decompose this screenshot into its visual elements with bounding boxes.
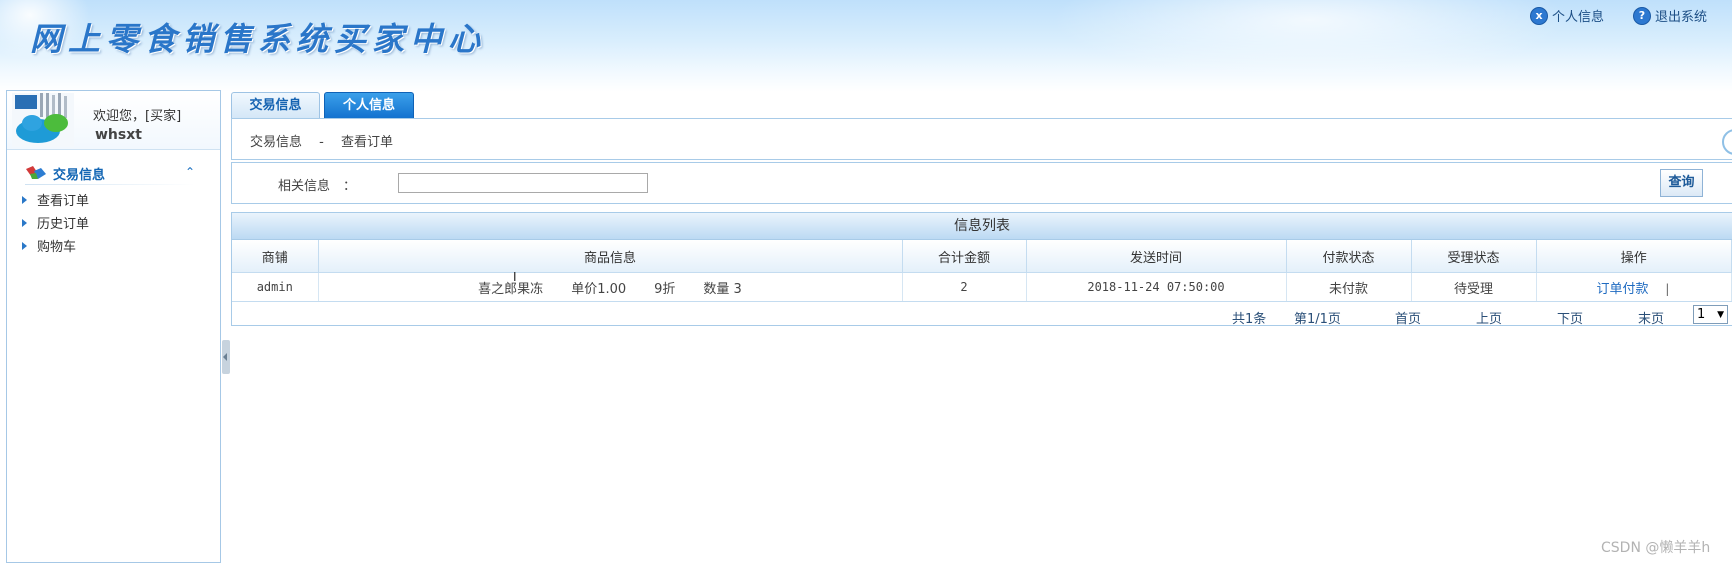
top-banner: 网上零食销售系统买家中心 x 个人信息 ? 退出系统 (0, 0, 1732, 92)
nav-section-trade[interactable]: 交易信息 ⌃ (25, 163, 195, 183)
shop-cell: admin (232, 272, 319, 302)
order-list: 信息列表 商铺 商品信息 合计金额 发送时间 付款状态 受理状态 操作 admi… (231, 212, 1732, 328)
username: whsxt (95, 127, 142, 143)
page-select[interactable]: 1 ▼ (1693, 305, 1728, 324)
sidebar-item-label: 查看订单 (37, 194, 90, 209)
next-page-link[interactable]: 下页 (1557, 308, 1583, 327)
system-title: 网上零食销售系统买家中心 (30, 20, 487, 58)
breadcrumb: 交易信息 - 查看订单 (250, 135, 393, 150)
collapse-icon[interactable]: ⌃ (185, 165, 195, 179)
action-cell: 订单付款 | (1536, 272, 1732, 302)
quantity: 数量 3 (703, 281, 742, 297)
query-button[interactable]: 查询 (1660, 169, 1703, 197)
welcome-text: 欢迎您，[买家] (93, 109, 182, 124)
chevron-down-icon: ▼ (1717, 309, 1724, 320)
personal-info-label: 个人信息 (1552, 10, 1605, 25)
column-header: 合计金额 (902, 240, 1027, 273)
divider (25, 184, 195, 185)
sidebar-item-view-orders[interactable]: 查看订单 (22, 190, 89, 209)
tab-trade-info[interactable]: 交易信息 (231, 92, 320, 118)
arrow-right-icon (22, 218, 27, 227)
sidebar-toggle-handle[interactable] (222, 340, 230, 374)
sidebar-item-cart[interactable]: 购物车 (22, 236, 76, 255)
banner-glow (1050, 0, 1570, 80)
sidebar-item-label: 历史订单 (37, 217, 90, 232)
goods-cell: 喜之郎果冻 单价1.00 9折 数量 3 (318, 272, 903, 302)
prev-page-link[interactable]: 上页 (1476, 308, 1502, 327)
list-title: 信息列表 (232, 213, 1732, 240)
last-page-link[interactable]: 末页 (1638, 308, 1664, 327)
unit-price: 单价1.00 (571, 281, 627, 297)
personal-info-link[interactable]: x 个人信息 (1530, 6, 1604, 25)
total-count: 共1条 (1232, 312, 1267, 327)
discount: 9折 (654, 281, 676, 297)
column-header: 发送时间 (1026, 240, 1287, 273)
search-input[interactable] (398, 173, 648, 193)
table-row: admin 喜之郎果冻 单价1.00 9折 数量 3 2 2018-11-24 07:… (232, 272, 1732, 302)
trade-icon (26, 166, 46, 179)
column-header: 付款状态 (1286, 240, 1412, 273)
goods-name: 喜之郎果冻 (478, 281, 544, 297)
column-header: 操作 (1536, 240, 1732, 273)
watermark: CSDN @懒羊羊h (1601, 540, 1711, 556)
column-header: 受理状态 (1411, 240, 1537, 273)
avatar (12, 93, 74, 147)
logout-link[interactable]: ? 退出系统 (1633, 6, 1707, 25)
page-select-value: 1 (1697, 307, 1706, 322)
breadcrumb-bar: 交易信息 - 查看订单 (231, 118, 1732, 160)
sidebar-item-label: 购物车 (37, 240, 77, 255)
table-header-row: 商铺 商品信息 合计金额 发送时间 付款状态 受理状态 操作 (232, 240, 1732, 273)
order-table: 商铺 商品信息 合计金额 发送时间 付款状态 受理状态 操作 admin 喜之郎… (232, 240, 1732, 302)
sidebar: 欢迎您，[买家] whsxt 交易信息 ⌃ 查看订单 历史订单 购物车 (6, 90, 221, 563)
sidebar-item-history-orders[interactable]: 历史订单 (22, 213, 89, 232)
time-cell: 2018-11-24 07:50:00 (1026, 272, 1287, 302)
search-panel: 相关信息 ： 查询 (231, 162, 1732, 204)
search-label: 相关信息 ： (278, 179, 357, 194)
total-cell: 2 (902, 272, 1027, 302)
handle-status-cell: 待受理 (1411, 272, 1537, 302)
pagination: 共1条 第1/1页 首页 上页 下页 末页 1 ▼ (232, 302, 1732, 328)
info-icon: x (1530, 6, 1548, 25)
text-cursor-icon: I (513, 270, 517, 284)
arrow-right-icon (22, 195, 27, 204)
tab-personal-info[interactable]: 个人信息 (324, 92, 414, 118)
arrow-right-icon (22, 241, 27, 250)
nav-section-label: 交易信息 (53, 167, 106, 183)
logout-label: 退出系统 (1655, 10, 1708, 25)
help-icon: ? (1633, 6, 1651, 25)
column-header: 商铺 (232, 240, 319, 273)
pay-status-cell: 未付款 (1286, 272, 1412, 302)
user-panel: 欢迎您，[买家] whsxt (7, 91, 220, 150)
action-separator: | (1663, 281, 1671, 296)
refresh-icon[interactable] (1722, 129, 1732, 155)
first-page-link[interactable]: 首页 (1395, 308, 1421, 327)
page-indicator: 第1/1页 (1294, 312, 1341, 327)
pay-order-link[interactable]: 订单付款 (1597, 282, 1649, 297)
column-header: 商品信息 (318, 240, 903, 273)
